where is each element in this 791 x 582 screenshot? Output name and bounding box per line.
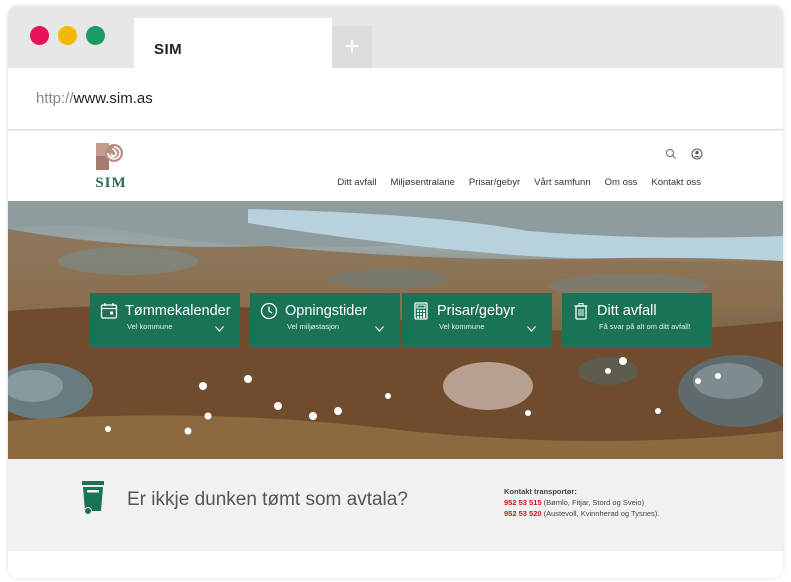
address-bar[interactable]: http://www.sim.as xyxy=(8,68,783,130)
phone-link[interactable]: 952 53 520 xyxy=(504,509,542,518)
contact-areas: (Austevoll, Kvinnherad og Tysnes). xyxy=(541,509,660,518)
nav-item-kontakt-oss[interactable]: Kontakt oss xyxy=(651,177,701,188)
browser-window: SIM + http://www.sim.as SIM Ditt avfall … xyxy=(8,6,783,578)
tab-title: SIM xyxy=(154,41,183,58)
card-subtitle: Få svar på alt om ditt avfall! xyxy=(599,322,691,331)
maximize-window-button[interactable] xyxy=(86,26,105,45)
nav-item-om-oss[interactable]: Om oss xyxy=(605,177,638,188)
nav-item-prisar-gebyr[interactable]: Prisar/gebyr xyxy=(469,177,520,188)
contact-line: 952 53 515 (Bømlo, Fitjar, Stord og Svei… xyxy=(504,497,659,508)
card-tommekalender[interactable]: Tømmekalender Vel kommune xyxy=(90,293,240,348)
clock-icon xyxy=(260,302,278,320)
bin-info-section: Er ikkje dunken tømt som avtala? Kontakt… xyxy=(8,459,783,578)
header-icons xyxy=(665,147,703,160)
chevron-down-icon xyxy=(215,326,224,332)
contact-line: 952 53 520 (Austevoll, Kvinnherad og Tys… xyxy=(504,508,659,519)
contact-label: Kontakt transportør: xyxy=(504,487,577,496)
close-window-button[interactable] xyxy=(30,26,49,45)
calculator-icon xyxy=(414,302,428,320)
card-title: Prisar/gebyr xyxy=(437,303,516,319)
main-nav: Ditt avfall Miljøsentralane Prisar/gebyr… xyxy=(337,177,701,188)
card-title: Tømmekalender xyxy=(125,303,231,319)
nav-item-vart-samfunn[interactable]: Vårt samfunn xyxy=(534,177,591,188)
browser-tab[interactable]: SIM xyxy=(134,18,332,70)
minimize-window-button[interactable] xyxy=(58,26,77,45)
url-host: www.sim.as xyxy=(73,90,153,107)
nav-item-miljosentralane[interactable]: Miljøsentralane xyxy=(390,177,454,188)
trash-icon xyxy=(574,303,588,320)
site-logo[interactable]: SIM xyxy=(86,143,136,193)
hero-banner: Tømmekalender Vel kommune Opningstider V… xyxy=(8,201,783,459)
website-viewport: SIM Ditt avfall Miljøsentralane Prisar/g… xyxy=(8,131,783,578)
new-tab-button[interactable]: + xyxy=(332,26,372,68)
card-ditt-avfall[interactable]: Ditt avfall Få svar på alt om ditt avfal… xyxy=(562,293,712,348)
logo-text: SIM xyxy=(95,175,127,191)
card-prisar-gebyr[interactable]: Prisar/gebyr Vel kommune xyxy=(402,293,552,348)
chevron-down-icon xyxy=(527,326,536,332)
waste-bin-icon xyxy=(82,481,104,515)
site-header: SIM Ditt avfall Miljøsentralane Prisar/g… xyxy=(8,131,783,201)
card-title: Ditt avfall xyxy=(597,303,657,319)
calendar-icon xyxy=(100,303,118,319)
card-title: Opningstider xyxy=(285,303,368,319)
search-icon[interactable] xyxy=(665,147,677,159)
url-protocol: http:// xyxy=(36,90,74,107)
bin-question: Er ikkje dunken tømt som avtala? xyxy=(127,489,408,510)
user-icon[interactable] xyxy=(691,147,703,160)
card-opningstider[interactable]: Opningstider Vel miljøstasjon xyxy=(250,293,400,348)
chevron-down-icon xyxy=(375,326,384,332)
nav-item-ditt-avfall[interactable]: Ditt avfall xyxy=(337,177,376,188)
contact-info: Kontakt transportør: 952 53 515 (Bømlo, … xyxy=(504,486,659,519)
contact-areas: (Bømlo, Fitjar, Stord og Sveio) xyxy=(541,498,645,507)
phone-link[interactable]: 952 53 515 xyxy=(504,498,542,507)
browser-titlebar: SIM + xyxy=(8,6,783,70)
torn-paper-edge xyxy=(8,551,783,578)
logo-rose-icon xyxy=(96,143,123,170)
